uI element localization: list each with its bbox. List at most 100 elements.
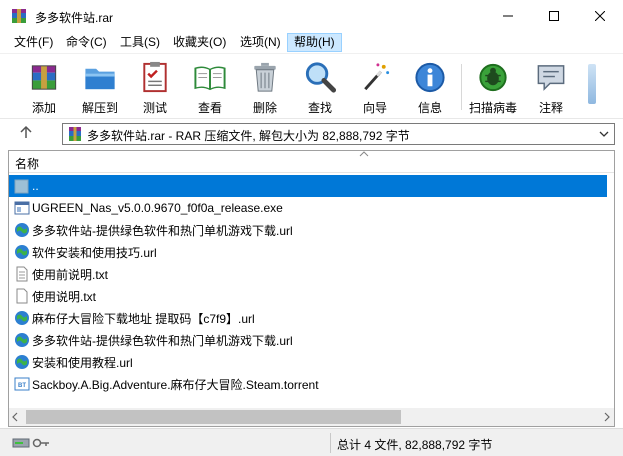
title-bar: 多多软件站.rar <box>0 0 623 32</box>
file-name: UGREEN_Nas_v5.0.0.9670_f0f0a_release.exe <box>32 201 283 215</box>
add-button[interactable]: 添加 <box>21 58 67 116</box>
wizard-button[interactable]: 向导 <box>352 58 398 116</box>
comment-label: 注释 <box>538 101 563 115</box>
file-rows: .. UGREEN_Nas_v5.0.0.9670_f0f0a_release.… <box>9 175 614 395</box>
menu-command[interactable]: 命令(C) <box>60 33 113 52</box>
scrollbar-thumb[interactable] <box>26 410 401 424</box>
minimize-button[interactable] <box>485 0 531 32</box>
arrow-up-icon <box>20 125 32 138</box>
file-name: Sackboy.A.Big.Adventure.麻布仔大冒险.Steam.tor… <box>32 377 319 392</box>
comment-button[interactable]: 注释 <box>528 58 574 116</box>
menu-file[interactable]: 文件(F) <box>8 33 59 52</box>
text-file-icon <box>16 288 28 304</box>
file-row-torrent[interactable]: BT Sackboy.A.Big.Adventure.麻布仔大冒险.Steam.… <box>9 373 614 395</box>
file-row-txt[interactable]: 使用前说明.txt <box>9 263 614 285</box>
close-icon <box>595 11 605 21</box>
delete-label: 删除 <box>252 101 277 115</box>
file-row-txt[interactable]: 使用说明.txt <box>9 285 614 307</box>
file-name: 软件安装和使用技巧.url <box>32 245 157 260</box>
toolbar-separator <box>461 64 462 110</box>
view-book-icon <box>194 66 226 91</box>
virus-scan-label: 扫描病毒 <box>469 101 518 115</box>
file-name: 使用说明.txt <box>32 289 97 304</box>
internet-shortcut-icon <box>15 245 29 259</box>
scroll-right-icon[interactable] <box>603 412 611 422</box>
winrar-app-icon <box>12 9 26 23</box>
internet-shortcut-icon <box>15 355 29 369</box>
window-title: 多多软件站.rar <box>35 11 114 25</box>
menu-favorites[interactable]: 收藏夹(O) <box>167 33 232 52</box>
file-row-url[interactable]: 多多软件站-提供绿色软件和热门单机游戏下载.url <box>9 329 614 351</box>
internet-shortcut-icon <box>15 223 29 237</box>
menu-options[interactable]: 选项(N) <box>234 33 287 52</box>
test-button[interactable]: 测试 <box>132 58 178 116</box>
virus-scan-icon <box>479 63 507 92</box>
address-field[interactable]: 多多软件站.rar - RAR 压缩文件, 解包大小为 82,888,792 字… <box>62 123 615 145</box>
wizard-label: 向导 <box>362 101 387 115</box>
file-row-url[interactable]: 麻布仔大冒险下载地址 提取码【c7f9】.url <box>9 307 614 329</box>
menu-help[interactable]: 帮助(H) <box>287 33 342 52</box>
test-label: 测试 <box>142 101 167 115</box>
chevron-down-icon[interactable] <box>598 127 610 141</box>
info-label: 信息 <box>417 101 442 115</box>
info-icon <box>415 62 445 93</box>
file-name: 麻布仔大冒险下载地址 提取码【c7f9】.url <box>32 311 255 326</box>
menu-bar: 文件(F) 命令(C) 工具(S) 收藏夹(O) 选项(N) 帮助(H) <box>0 32 623 53</box>
extract-to-label: 解压到 <box>81 101 118 115</box>
drive-key-icon <box>12 438 49 448</box>
wizard-wand-icon <box>364 63 390 91</box>
exe-file-icon <box>14 201 30 215</box>
virus-scan-button[interactable]: 扫描病毒 <box>469 58 518 116</box>
view-label: 查看 <box>197 101 222 115</box>
add-label: 添加 <box>31 101 56 115</box>
file-name: 安装和使用教程.url <box>32 355 133 370</box>
address-text: 多多软件站.rar - RAR 压缩文件, 解包大小为 82,888,792 字… <box>87 129 410 143</box>
column-header: 名称 <box>9 151 614 173</box>
sort-ascending-icon <box>359 151 369 157</box>
info-button[interactable]: 信息 <box>407 58 453 116</box>
file-row-exe[interactable]: UGREEN_Nas_v5.0.0.9670_f0f0a_release.exe <box>9 197 614 219</box>
column-name-header[interactable]: 名称 <box>15 155 39 172</box>
status-bar: 总计 4 文件, 82,888,792 字节 <box>0 428 623 456</box>
svg-text:BT: BT <box>18 383 26 389</box>
file-row-url[interactable]: 软件安装和使用技巧.url <box>9 241 614 263</box>
up-folder-button[interactable] <box>14 124 38 144</box>
file-row-parent[interactable]: .. <box>9 175 607 197</box>
magnifier-icon <box>305 62 337 93</box>
scroll-left-icon[interactable] <box>11 412 19 422</box>
toolbar: 添加 解压到 测试 查看 删除 查找 向导 信息 扫描病毒 注释 <box>0 53 623 118</box>
toolbar-overflow-icon <box>588 64 596 104</box>
maximize-icon <box>549 11 559 21</box>
torrent-file-icon: BT <box>14 377 30 391</box>
file-name: 多多软件站-提供绿色软件和热门单机游戏下载.url <box>32 223 293 238</box>
file-name: .. <box>32 179 39 193</box>
menu-tools[interactable]: 工具(S) <box>114 33 166 52</box>
file-list[interactable]: 名称 .. UGREEN_Nas_v5.0.0.9670_f0f0a_relea… <box>8 150 615 427</box>
view-button[interactable]: 查看 <box>187 58 233 116</box>
status-divider <box>330 433 331 453</box>
internet-shortcut-icon <box>15 311 29 325</box>
extract-to-button[interactable]: 解压到 <box>77 58 123 116</box>
parent-folder-icon <box>14 179 29 194</box>
maximize-button[interactable] <box>531 0 577 32</box>
rar-archive-icon <box>69 127 81 141</box>
add-archive-icon <box>31 65 57 90</box>
test-checklist-icon <box>143 61 167 93</box>
close-button[interactable] <box>577 0 623 32</box>
internet-shortcut-icon <box>15 333 29 347</box>
text-file-icon <box>16 266 28 282</box>
file-row-url[interactable]: 安装和使用教程.url <box>9 351 614 373</box>
status-summary: 总计 4 文件, 82,888,792 字节 <box>337 438 493 452</box>
find-label: 查找 <box>307 101 332 115</box>
trash-icon <box>254 62 276 92</box>
find-button[interactable]: 查找 <box>297 58 343 116</box>
file-name: 使用前说明.txt <box>32 267 109 282</box>
minimize-icon <box>503 15 513 17</box>
file-row-url[interactable]: 多多软件站-提供绿色软件和热门单机游戏下载.url <box>9 219 614 241</box>
comment-icon <box>537 65 565 91</box>
horizontal-scrollbar[interactable] <box>9 408 614 426</box>
delete-button[interactable]: 删除 <box>242 58 288 116</box>
file-name: 多多软件站-提供绿色软件和热门单机游戏下载.url <box>32 333 293 348</box>
address-bar: 多多软件站.rar - RAR 压缩文件, 解包大小为 82,888,792 字… <box>0 118 623 148</box>
extract-folder-icon <box>85 68 115 90</box>
